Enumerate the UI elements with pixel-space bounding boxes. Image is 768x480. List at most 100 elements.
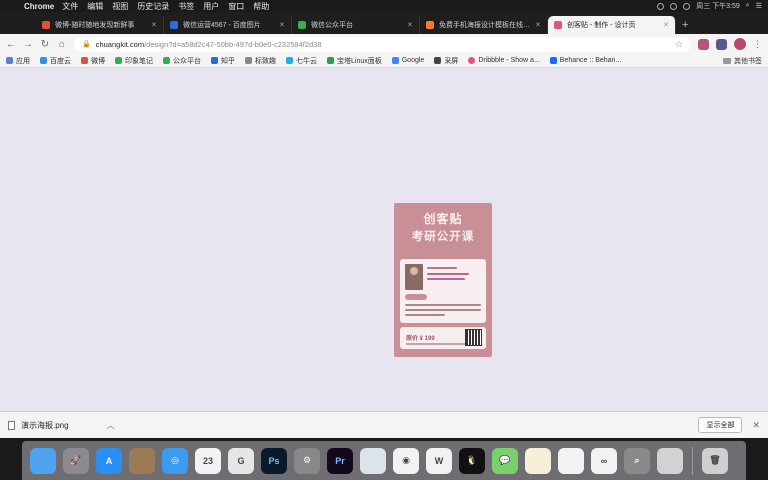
qq-icon[interactable]: 🐧: [459, 447, 485, 474]
url-host: chuangkit.com: [95, 39, 145, 49]
keynote-icon[interactable]: [360, 447, 386, 474]
dock-area: 🚀 A ◎ 23 G Ps ⚙ Pr ◉ W 🐧 💬 ∞ ⌕ 🗑: [0, 438, 768, 480]
url-path: /design?d=a58d2c47-50bb-497d-b0e0-c23258…: [144, 39, 322, 49]
zhihu-icon: [211, 57, 218, 64]
menu-people[interactable]: 用户: [203, 1, 219, 12]
bookmark-public-platform[interactable]: 公众平台: [163, 56, 201, 66]
lock-icon[interactable]: 🔒: [82, 40, 91, 48]
bookmark-star-icon[interactable]: ☆: [675, 39, 683, 50]
back-arrow-icon[interactable]: ←: [6, 39, 16, 50]
tab-baidu-images[interactable]: 微信运营4567 - 百度图片 ✕: [164, 16, 292, 34]
notification-center-icon[interactable]: ☰: [756, 2, 762, 10]
bookmark-google[interactable]: Google: [391, 57, 424, 64]
bookmark-dribbble[interactable]: Dribbble - Show a...: [468, 57, 540, 64]
google-icon: [391, 57, 399, 64]
wps-icon[interactable]: W: [426, 447, 452, 474]
screen-capture-icon[interactable]: ⌕: [624, 447, 650, 474]
photos-viewer-icon[interactable]: [129, 447, 155, 474]
tab-poster-templates[interactable]: 免费手机海报设计模板在线编辑 ✕: [420, 16, 548, 34]
chrome-icon[interactable]: ◉: [393, 447, 419, 474]
poster-text-line: [405, 309, 481, 311]
app-store-icon[interactable]: A: [96, 447, 122, 474]
bookmark-baiduyun[interactable]: 百度云: [40, 56, 71, 66]
browser-toolbar: ← → ↻ ⌂ 🔒 chuangkit.com /design?d=a58d2c…: [0, 34, 768, 54]
menu-view[interactable]: 视图: [112, 1, 128, 12]
baidu-favicon-icon: [170, 21, 178, 29]
close-tab-icon[interactable]: ✕: [663, 21, 669, 29]
menu-edit[interactable]: 编辑: [87, 1, 103, 12]
poster-text-line: [427, 267, 457, 269]
qq-browser-icon[interactable]: G: [228, 447, 254, 474]
menu-file[interactable]: 文件: [62, 1, 78, 12]
bookmark-weibo[interactable]: 微博: [81, 56, 105, 66]
menu-window[interactable]: 窗口: [228, 1, 244, 12]
download-item[interactable]: 演示海报.png: [8, 420, 69, 431]
address-bar[interactable]: 🔒 chuangkit.com /design?d=a58d2c47-50bb-…: [74, 36, 691, 52]
close-tab-icon[interactable]: ✕: [151, 21, 157, 29]
caiping-icon: [434, 57, 442, 64]
bookmark-apps[interactable]: 应用: [6, 56, 30, 66]
home-icon[interactable]: ⌂: [57, 39, 67, 50]
finder-icon[interactable]: [30, 447, 56, 474]
qiniu-icon: [286, 57, 293, 64]
bookmark-caiping[interactable]: 采屏: [434, 56, 458, 66]
tab-title: 微信运营4567 - 百度图片: [183, 22, 261, 29]
bookmark-biaozhiqu[interactable]: 标致趣: [245, 56, 276, 66]
other-bookmarks[interactable]: 其他书签: [723, 56, 762, 66]
extension-icon[interactable]: [698, 38, 709, 50]
premiere-icon[interactable]: Pr: [327, 447, 353, 474]
spotlight-icon[interactable]: ⌕: [746, 2, 750, 10]
app-menu-chrome[interactable]: Chrome: [24, 2, 54, 11]
close-tab-icon[interactable]: ✕: [279, 21, 285, 29]
bookmark-baota[interactable]: 宝塔Linux面板: [327, 56, 382, 66]
close-tab-icon[interactable]: ✕: [407, 21, 413, 29]
calendar-icon[interactable]: 23: [195, 447, 221, 474]
status-icon[interactable]: [657, 2, 665, 10]
menu-history[interactable]: 历史记录: [137, 1, 169, 12]
system-preferences-icon[interactable]: ⚙: [294, 447, 320, 474]
tab-weibo[interactable]: 微博-随时随地发现新鲜事 ✕: [36, 16, 164, 34]
reload-icon[interactable]: ↻: [40, 39, 50, 50]
profile-avatar[interactable]: [734, 38, 746, 50]
dribbble-icon: [468, 57, 476, 64]
extension-icon[interactable]: [716, 38, 727, 50]
new-tab-button[interactable]: +: [682, 16, 688, 34]
menu-kebab-icon[interactable]: ⋮: [753, 39, 762, 50]
battery-icon[interactable]: [683, 2, 691, 10]
poster-text-line: [427, 278, 465, 280]
site-icon: [245, 57, 252, 64]
folder-icon: [723, 57, 731, 64]
tab-title: 创客贴 - 制作 - 设计页: [567, 22, 636, 29]
tab-chuangkit-design[interactable]: 创客贴 - 制作 - 设计页 ✕: [548, 16, 676, 34]
menubar-clock[interactable]: 周三 下午3:59: [696, 1, 740, 11]
chevron-up-icon[interactable]: ︿: [107, 420, 115, 431]
bookmark-evernote[interactable]: 印象笔记: [115, 56, 153, 66]
photoshop-icon[interactable]: Ps: [261, 447, 287, 474]
poster-price: 原价 ¥ 199: [406, 336, 435, 342]
poster-badge: [405, 294, 427, 300]
chuangkit-favicon-icon: [554, 21, 562, 29]
bookmark-behance[interactable]: Behance :: Behan...: [549, 57, 621, 64]
macos-menu-bar: Chrome 文件 编辑 视图 历史记录 书签 用户 窗口 帮助 周三 下午3:…: [0, 0, 768, 12]
menu-bookmarks[interactable]: 书签: [178, 1, 194, 12]
show-all-button[interactable]: 显示全部: [698, 417, 743, 433]
launchpad-icon[interactable]: 🚀: [63, 447, 89, 474]
quicktime-icon[interactable]: [657, 447, 683, 474]
baidu-netdisk-icon[interactable]: ∞: [591, 447, 617, 474]
forward-arrow-icon[interactable]: →: [23, 39, 33, 50]
safari-icon[interactable]: ◎: [162, 447, 188, 474]
wechat-icon[interactable]: 💬: [492, 447, 518, 474]
close-tab-icon[interactable]: ✕: [535, 21, 541, 29]
baota-icon: [327, 57, 334, 64]
notes-icon[interactable]: [525, 447, 551, 474]
close-icon[interactable]: ✕: [752, 420, 760, 431]
download-filename: 演示海报.png: [21, 420, 69, 430]
bookmark-zhihu[interactable]: 知乎: [211, 56, 235, 66]
preview-icon[interactable]: [558, 447, 584, 474]
tab-title: 微信公众平台: [311, 22, 353, 29]
wifi-icon[interactable]: [670, 2, 678, 10]
trash-icon[interactable]: 🗑: [702, 447, 728, 474]
bookmark-qiniu[interactable]: 七牛云: [286, 56, 317, 66]
menu-help[interactable]: 帮助: [253, 1, 269, 12]
tab-wechat-platform[interactable]: 微信公众平台 ✕: [292, 16, 420, 34]
